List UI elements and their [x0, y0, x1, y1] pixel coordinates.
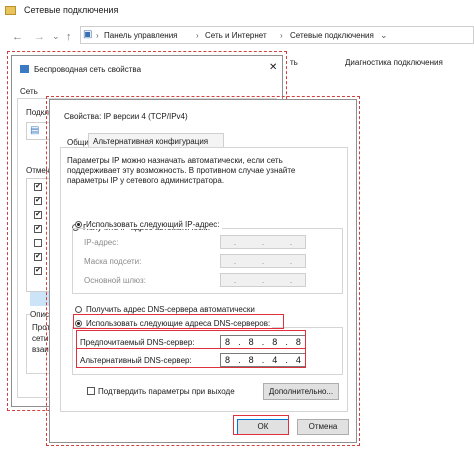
preferred-dns-octet: 8	[272, 337, 278, 347]
breadcrumb-sep-icon: ›	[96, 31, 99, 40]
component-checkbox[interactable]: ✔	[34, 197, 42, 205]
tab-alternate-config[interactable]: Альтернативная конфигурация	[88, 133, 224, 147]
network-icon	[20, 65, 29, 73]
subnet-mask-label: Маска подсети:	[84, 257, 142, 266]
preferred-dns-octet: 8	[248, 337, 254, 347]
ip-address-input[interactable]: ...	[220, 235, 306, 249]
ok-button[interactable]: ОК	[237, 419, 289, 435]
manual-ip-label[interactable]: Использовать следующий IP-адрес:	[86, 220, 222, 229]
component-checkbox[interactable]: ✔	[34, 183, 42, 191]
validate-on-exit-checkbox[interactable]	[87, 387, 95, 395]
gateway-input[interactable]: ...	[220, 273, 306, 287]
ip-address-label: IP-адрес:	[84, 238, 119, 247]
gateway-label: Основной шлюз:	[84, 276, 146, 285]
component-checkbox[interactable]	[34, 239, 42, 247]
alternate-dns-octet: 8	[225, 355, 231, 365]
component-checkbox[interactable]: ✔	[34, 253, 42, 261]
tab-alternate-label: Альтернативная конфигурация	[93, 137, 209, 146]
back-icon[interactable]: ←	[12, 31, 23, 43]
manual-dns-label[interactable]: Использовать следующие адреса DNS-сервер…	[86, 319, 273, 328]
forward-icon[interactable]: →	[34, 31, 45, 43]
recent-dropdown-icon[interactable]: ⌄	[52, 31, 60, 42]
alternate-dns-octet: 8	[248, 355, 254, 365]
explorer-title: Сетевые подключения	[24, 5, 119, 15]
adapter-icon: ▤	[30, 125, 40, 136]
folder-icon	[5, 6, 16, 15]
component-checkbox[interactable]: ✔	[34, 225, 42, 233]
breadcrumb-sep-icon: ›	[280, 31, 283, 40]
breadcrumb-item[interactable]: Сеть и Интернет	[205, 31, 267, 40]
preferred-dns-octet: 8	[225, 337, 231, 347]
advanced-button[interactable]: Дополнительно...	[263, 383, 339, 400]
manual-dns-radio[interactable]	[75, 320, 82, 327]
subnet-mask-input[interactable]: ...	[220, 254, 306, 268]
control-panel-icon: ▣	[83, 29, 93, 40]
alternate-dns-octet: 4	[295, 355, 301, 365]
breadcrumb-item[interactable]: Сетевые подключения	[290, 31, 374, 40]
ipv4-dialog-title: Свойства: IP версии 4 (TCP/IPv4)	[64, 112, 188, 121]
alternate-dns-label: Альтернативный DNS-сервер:	[80, 356, 192, 365]
network-properties-title: Беспроводная сеть свойства	[34, 65, 142, 74]
up-icon[interactable]: ↑	[66, 31, 72, 43]
manual-ip-radio[interactable]	[75, 221, 82, 228]
validate-on-exit-label[interactable]: Подтвердить параметры при выходе	[98, 387, 235, 396]
alternate-dns-input[interactable]: 8. 8. 4. 4	[220, 353, 306, 367]
cancel-button[interactable]: Отмена	[297, 419, 349, 435]
breadcrumb-item[interactable]: Панель управления	[104, 31, 178, 40]
ipv4-properties-dialog: Свойства: IP версии 4 (TCP/IPv4) Общие А…	[49, 99, 357, 443]
settings-description: Параметры IP можно назначать автоматичес…	[67, 156, 296, 185]
breadcrumb-dropdown-icon[interactable]: ⌄	[380, 30, 388, 41]
preferred-dns-octet: 8	[295, 337, 301, 347]
alternate-dns-octet: 4	[272, 355, 278, 365]
command-partial[interactable]: ть	[290, 58, 298, 67]
close-icon[interactable]: ✕	[269, 62, 277, 73]
auto-dns-radio[interactable]	[75, 306, 82, 313]
component-checkbox[interactable]: ✔	[34, 267, 42, 275]
tab-network[interactable]: Сеть	[20, 87, 38, 96]
preferred-dns-input[interactable]: 8. 8. 8. 8	[220, 335, 306, 349]
component-checkbox[interactable]: ✔	[34, 211, 42, 219]
auto-dns-label[interactable]: Получить адрес DNS-сервера автоматически	[86, 305, 255, 314]
breadcrumb-sep-icon: ›	[196, 31, 199, 40]
preferred-dns-label: Предпочитаемый DNS-сервер:	[80, 338, 195, 347]
diagnose-connection-command[interactable]: Диагностика подключения	[345, 58, 443, 67]
